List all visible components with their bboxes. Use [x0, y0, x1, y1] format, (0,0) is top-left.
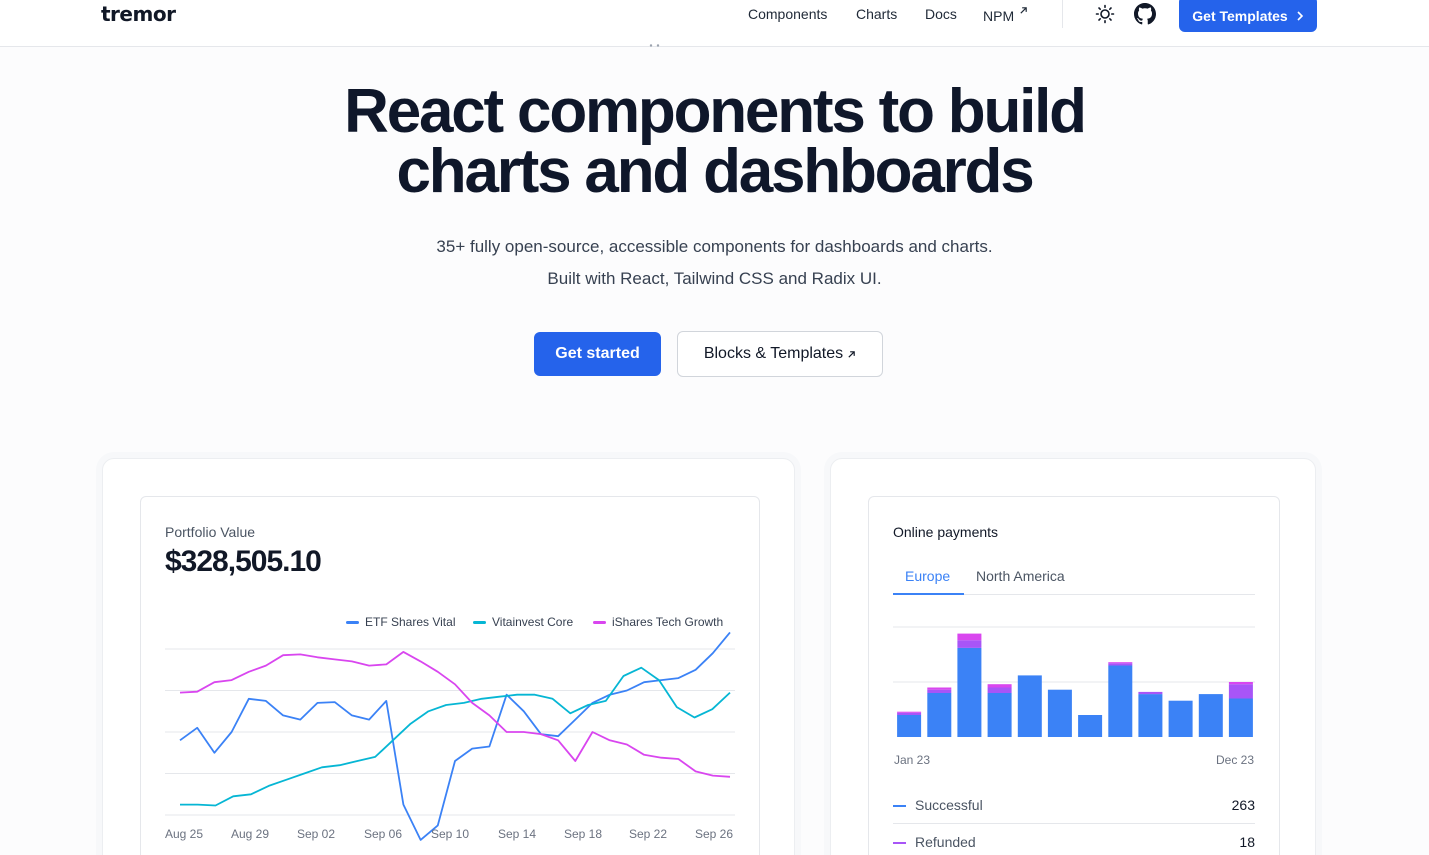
bar-segment [1168, 700, 1193, 737]
bar-segment [897, 715, 922, 737]
legend-swatch [346, 620, 359, 624]
stat-label: Refunded [915, 834, 976, 850]
x-axis-tick: Sep 14 [498, 827, 537, 841]
bar-segment [927, 689, 952, 693]
bar-segment [1017, 675, 1042, 737]
bar-segment [987, 684, 1012, 688]
bar-segment [897, 711, 922, 713]
x-axis-end-label: Dec 23 [1216, 753, 1255, 767]
hero-title: React components to build charts and das… [0, 81, 1429, 203]
stat-swatch [893, 842, 906, 844]
bar-segment [1228, 698, 1253, 737]
portfolio-chart-card: Portfolio Value $328,505.10 ETF Shares V… [140, 496, 760, 855]
sun-icon [1095, 4, 1115, 24]
theme-toggle-button[interactable] [1093, 2, 1117, 26]
x-axis-tick: Sep 22 [629, 827, 668, 841]
bar-segment [1198, 694, 1223, 737]
nav-link-charts[interactable]: Charts [856, 6, 897, 22]
nav-link-npm-label: NPM [983, 8, 1015, 24]
bar-segment [897, 712, 922, 715]
online-payments-title: Online payments [893, 524, 999, 540]
nav-divider [1062, 0, 1063, 28]
x-axis-tick: Sep 06 [364, 827, 403, 841]
nav-link-docs[interactable]: Docs [925, 6, 957, 22]
external-link-icon [1020, 7, 1027, 14]
hero-title-line-1: React components to build [344, 77, 1087, 146]
bar-segment [1228, 684, 1253, 699]
get-started-button[interactable]: Get started [534, 332, 661, 376]
bar-segment [987, 693, 1012, 737]
portfolio-value-label: Portfolio Value [165, 524, 256, 540]
x-axis-start-label: Jan 23 [894, 753, 931, 767]
portfolio-value: $328,505.10 [165, 545, 322, 578]
legend-item-vitainvest[interactable]: Vitainvest Core [473, 615, 573, 629]
bar-segment [1138, 694, 1163, 737]
bar-segment [1078, 715, 1103, 737]
tab-north-america[interactable]: North America [976, 568, 1065, 584]
bar-segment [1138, 691, 1163, 695]
hero-subtitle: 35+ fully open-source, accessible compon… [0, 231, 1429, 295]
bar-segment [987, 687, 1012, 693]
bar-segment [1108, 665, 1133, 737]
payments-showcase-card: Online payments Europe North America Jan… [830, 458, 1316, 855]
nav-link-components[interactable]: Components [748, 6, 827, 22]
series-line [179, 631, 731, 841]
payments-bar-chart[interactable] [893, 626, 1255, 747]
get-templates-label: Get Templates [1192, 8, 1288, 24]
x-axis-tick: Aug 29 [231, 827, 270, 841]
x-axis-tick: Sep 02 [297, 827, 336, 841]
legend-label: ETF Shares Vital [365, 615, 456, 629]
x-axis-tick: Sep 18 [564, 827, 603, 841]
hero-subtitle-line-1: 35+ fully open-source, accessible compon… [436, 237, 993, 256]
payments-chart-card: Online payments Europe North America Jan… [868, 496, 1280, 855]
stat-value: 18 [1239, 834, 1255, 850]
bar-segment [957, 640, 982, 648]
hero-title-line-2: charts and dashboards [396, 137, 1035, 206]
nav-link-npm[interactable]: NPM [983, 6, 1028, 24]
series-line [180, 666, 731, 807]
hero-subtitle-line-2: Built with React, Tailwind CSS and Radix… [547, 269, 882, 288]
x-axis-tick: Sep 26 [695, 827, 734, 841]
nav-dots-decoration [649, 44, 660, 47]
bar-segment [957, 633, 982, 641]
stat-swatch [893, 805, 906, 807]
bar-segment [1108, 662, 1133, 664]
legend-label: Vitainvest Core [492, 615, 574, 629]
blocks-templates-button[interactable]: Blocks & Templates [677, 331, 883, 377]
legend-item-etf[interactable]: ETF Shares Vital [346, 615, 455, 629]
tab-europe[interactable]: Europe [905, 568, 950, 584]
tremor-logo[interactable]: tremor [101, 2, 176, 26]
row-divider [893, 823, 1255, 824]
bar-segment [1108, 663, 1133, 666]
stat-value: 263 [1231, 797, 1255, 813]
stat-label: Successful [915, 797, 983, 813]
bar-segment [1228, 682, 1253, 685]
bar-segment [957, 647, 982, 737]
portfolio-line-chart[interactable] [141, 631, 761, 841]
portfolio-showcase-card: Portfolio Value $328,505.10 ETF Shares V… [102, 458, 795, 855]
github-icon [1134, 3, 1156, 25]
get-templates-button[interactable]: Get Templates [1179, 0, 1317, 32]
legend-item-ishares[interactable]: iShares Tech Growth [593, 615, 723, 629]
series-line [179, 650, 731, 778]
x-axis-tick: Aug 25 [165, 827, 204, 841]
legend-label: iShares Tech Growth [612, 615, 724, 629]
legend-swatch [593, 620, 606, 624]
x-axis-tick: Sep 10 [431, 827, 470, 841]
external-link-icon [848, 350, 855, 358]
bar-segment [927, 687, 952, 690]
chevron-right-icon [1297, 11, 1303, 21]
bar-segment [1047, 689, 1072, 737]
github-link[interactable] [1133, 2, 1157, 26]
top-navbar: tremor Components Charts Docs NPM Get Te… [0, 0, 1429, 47]
legend-swatch [473, 620, 486, 624]
bar-segment [927, 693, 952, 737]
active-tab-indicator [893, 593, 964, 595]
blocks-templates-label: Blocks & Templates [703, 345, 844, 362]
